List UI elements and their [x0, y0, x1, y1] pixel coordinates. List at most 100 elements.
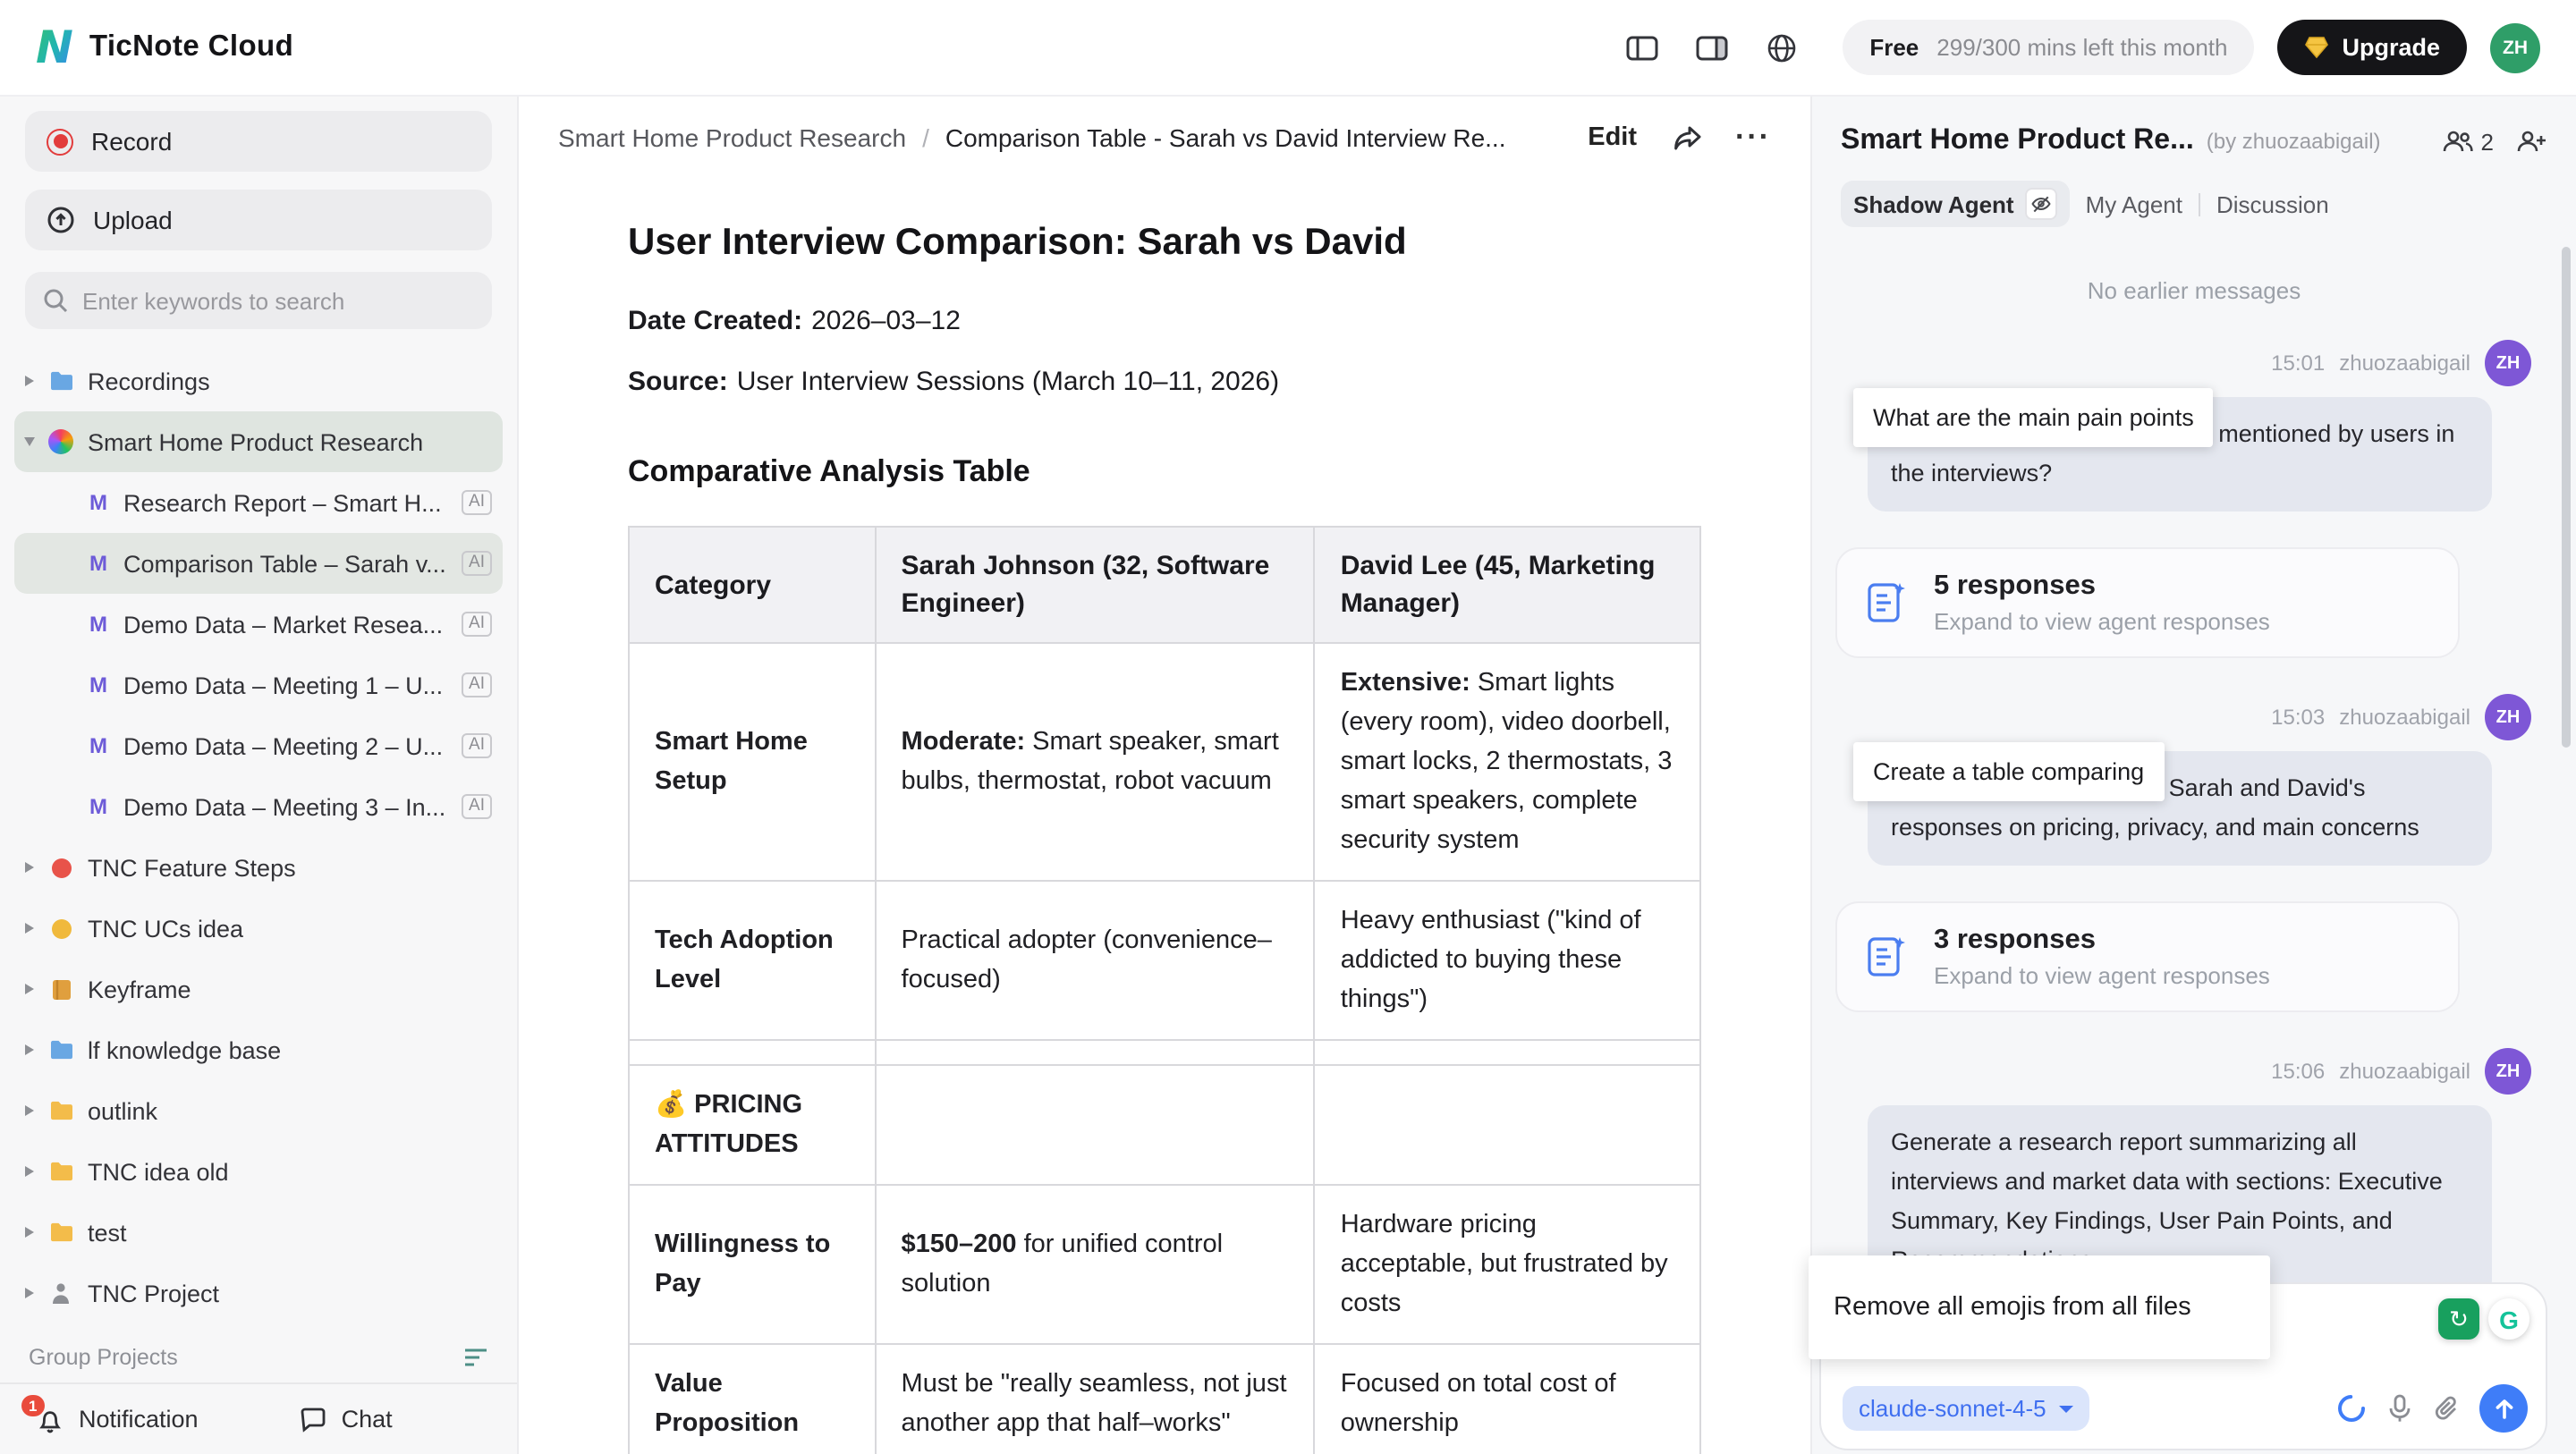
chat-panel: Smart Home Product Re... (by zhuozaabiga… [1810, 97, 2576, 1454]
sidebar-item-keyframe[interactable]: Keyframe [14, 959, 503, 1019]
sidebar-item-label: outlink [88, 1097, 492, 1124]
right-panel-toggle-icon[interactable] [1689, 24, 1735, 71]
table-row: Value Proposition Must be "really seamle… [629, 1344, 1700, 1454]
ai-badge: AI [462, 551, 492, 576]
sidebar-item-research-report[interactable]: M Research Report – Smart H... AI [14, 472, 503, 533]
markdown-doc-icon: M [86, 612, 111, 637]
extension-refresh-icon[interactable]: ↻ [2438, 1298, 2479, 1340]
upgrade-button[interactable]: Upgrade [2277, 20, 2467, 75]
sidebar-item-demo-data-market[interactable]: M Demo Data – Market Resea... AI [14, 594, 503, 655]
sidebar-item-label: TNC idea old [88, 1158, 492, 1185]
chevron-down-icon [2059, 1405, 2073, 1412]
sidebar-item-demo-data-meeting-1[interactable]: M Demo Data – Meeting 1 – U... AI [14, 655, 503, 715]
search-input[interactable] [82, 287, 474, 314]
plan-name: Free [1869, 34, 1919, 61]
folder-icon [47, 1039, 75, 1061]
chevron-right-icon[interactable] [25, 1288, 34, 1298]
chevron-right-icon[interactable] [25, 1166, 34, 1177]
chevron-right-icon[interactable] [25, 984, 34, 994]
chevron-right-icon[interactable] [25, 376, 34, 386]
message-time: 15:01 [2271, 351, 2325, 376]
sidebar-item-tnc-feature-steps[interactable]: TNC Feature Steps [14, 837, 503, 898]
app-logo[interactable]: N TicNote Cloud [36, 21, 293, 73]
chevron-down-icon[interactable] [24, 437, 35, 446]
file-tree: Recordings Smart Home Product Research M… [0, 351, 517, 1323]
gem-icon [2304, 36, 2329, 59]
chevron-right-icon[interactable] [25, 862, 34, 873]
doc-date-line: Date Created:2026–03–12 [628, 300, 1701, 343]
markdown-doc-icon: M [86, 551, 111, 576]
left-panel-toggle-icon[interactable] [1619, 24, 1665, 71]
sidebar-item-lf-knowledge-base[interactable]: lf knowledge base [14, 1019, 503, 1080]
sidebar-item-test[interactable]: test [14, 1202, 503, 1263]
sidebar-item-label: Comparison Table – Sarah v... [123, 550, 449, 577]
message-sender: zhuozaabigail [2339, 1059, 2470, 1084]
notification-button[interactable]: 1 Notification [36, 1405, 199, 1433]
eye-off-icon[interactable] [2025, 188, 2057, 220]
add-person-icon[interactable] [2515, 129, 2547, 154]
edit-button[interactable]: Edit [1588, 123, 1637, 152]
sidebar-item-smart-home-product-research[interactable]: Smart Home Product Research [14, 411, 503, 472]
record-button[interactable]: Record [25, 111, 492, 172]
comparison-table: Category Sarah Johnson (32, Software Eng… [628, 526, 1701, 1454]
grammarly-icon[interactable]: G [2488, 1298, 2529, 1340]
sidebar-item-label: TNC UCs idea [88, 915, 492, 942]
tab-my-agent[interactable]: My Agent [2086, 190, 2182, 217]
share-icon[interactable] [1673, 124, 1703, 151]
agent-responses-card[interactable]: 3 responses Expand to view agent respons… [1835, 901, 2460, 1012]
chevron-right-icon[interactable] [25, 923, 34, 934]
folder-icon [47, 1222, 75, 1243]
responses-expand-hint: Expand to view agent responses [1934, 962, 2270, 989]
sidebar-item-label: Demo Data – Market Resea... [123, 611, 449, 638]
more-options-icon[interactable]: ··· [1735, 129, 1771, 147]
microphone-icon[interactable] [2386, 1393, 2413, 1424]
logo-icon: N [36, 21, 73, 73]
sidebar-item-label: TNC Feature Steps [88, 854, 492, 881]
folder-icon [47, 1161, 75, 1182]
sidebar-item-label: Demo Data – Meeting 2 – U... [123, 732, 449, 759]
user-avatar[interactable]: ZH [2490, 22, 2540, 72]
doc-source-line: Source:User Interview Sessions (March 10… [628, 361, 1701, 404]
minutes-left: 299/300 mins left this month [1936, 34, 2227, 61]
send-button[interactable] [2479, 1384, 2528, 1433]
sidebar-item-recordings[interactable]: Recordings [14, 351, 503, 411]
sidebar-item-label: Smart Home Product Research [88, 428, 492, 455]
language-globe-icon[interactable] [1758, 24, 1805, 71]
chat-button[interactable]: Chat [299, 1405, 393, 1433]
upload-label: Upload [93, 206, 173, 234]
sidebar-item-label: Research Report – Smart H... [123, 489, 449, 516]
sidebar-item-demo-data-meeting-3[interactable]: M Demo Data – Meeting 3 – In... AI [14, 776, 503, 837]
table-row: Willingness to Pay $150–200 for unified … [629, 1185, 1700, 1344]
record-label: Record [91, 127, 172, 156]
sidebar-item-tnc-ucs-idea[interactable]: TNC UCs idea [14, 898, 503, 959]
sidebar-item-tnc-project[interactable]: TNC Project [14, 1263, 503, 1323]
sidebar-item-comparison-table[interactable]: M Comparison Table – Sarah v... AI [14, 533, 503, 594]
upload-button[interactable]: Upload [25, 190, 492, 250]
chevron-right-icon[interactable] [25, 1044, 34, 1055]
sidebar-item-label: lf knowledge base [88, 1036, 492, 1063]
agent-responses-card[interactable]: 5 responses Expand to view agent respons… [1835, 547, 2460, 658]
participants-button[interactable]: 2 [2442, 128, 2494, 155]
search-box[interactable] [25, 272, 492, 329]
ai-badge: AI [462, 672, 492, 697]
message-time: 15:06 [2271, 1059, 2325, 1084]
chat-message: 15:01 zhuozaabigail ZH What are the main… [1835, 340, 2553, 511]
folder-icon [47, 1100, 75, 1121]
model-selector[interactable]: claude-sonnet-4-5 [1843, 1386, 2089, 1431]
tab-discussion[interactable]: Discussion [2216, 190, 2329, 217]
document-scroll[interactable]: User Interview Comparison: Sarah vs Davi… [519, 179, 1810, 1454]
sidebar-item-outlink[interactable]: outlink [14, 1080, 503, 1141]
chevron-right-icon[interactable] [25, 1227, 34, 1238]
attachment-icon[interactable] [2433, 1394, 2460, 1423]
chat-bubble-icon [299, 1405, 327, 1433]
chevron-right-icon[interactable] [25, 1105, 34, 1116]
sort-list-icon[interactable] [463, 1347, 488, 1368]
plan-usage-pill[interactable]: Free 299/300 mins left this month [1843, 20, 2254, 75]
sidebar-item-tnc-idea-old[interactable]: TNC idea old [14, 1141, 503, 1202]
breadcrumb-parent[interactable]: Smart Home Product Research [558, 123, 906, 152]
tab-shadow-agent[interactable]: Shadow Agent [1841, 181, 2070, 227]
chat-scrollbar[interactable] [2562, 247, 2571, 748]
table-spacer-row [629, 1040, 1700, 1065]
yellow-dot-icon [47, 918, 75, 938]
sidebar-item-demo-data-meeting-2[interactable]: M Demo Data – Meeting 2 – U... AI [14, 715, 503, 776]
